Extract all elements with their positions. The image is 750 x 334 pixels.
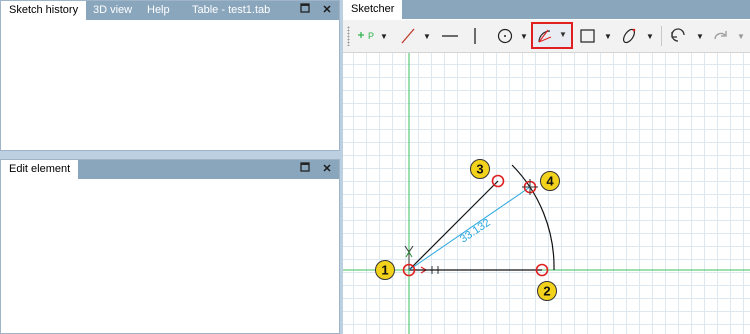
toolbar-grip[interactable] [347, 26, 350, 46]
callout-3: 3 [470, 159, 490, 179]
tab-sketch-history[interactable]: Sketch history [1, 1, 87, 20]
point-dropdown[interactable]: ▼ [380, 23, 388, 49]
close-icon[interactable]: ✕ [318, 1, 336, 20]
rectangle-dropdown[interactable]: ▼ [604, 23, 612, 49]
cursor-crosshair[interactable] [522, 179, 538, 195]
circle-tool-button[interactable] [494, 23, 516, 49]
sketcher-toolbar: P ▼ ▼ ▼ ▼ ▼ ▼ ▼ ▼ [343, 20, 750, 53]
arc-icon [538, 29, 552, 43]
redo-icon [714, 31, 727, 40]
vertical-line-icon [474, 28, 476, 44]
sketch-drawing: 33.132 1 2 3 4 [343, 53, 750, 334]
toolbar-separator [661, 26, 662, 46]
arc-tool-button[interactable]: ▼ [531, 22, 573, 49]
undo-button[interactable] [668, 23, 690, 49]
ellipse-dropdown[interactable]: ▼ [646, 23, 654, 49]
tab-sketcher[interactable]: Sketcher [343, 0, 403, 19]
callout-1: 1 [375, 260, 395, 280]
rectangle-icon [580, 29, 595, 43]
point-tool-button[interactable]: P [355, 23, 377, 49]
horizontal-line-button[interactable] [439, 23, 461, 49]
circle-dropdown[interactable]: ▼ [520, 23, 528, 49]
line-tool-button[interactable] [397, 23, 419, 49]
restore-icon[interactable] [296, 1, 314, 20]
horizontal-line-icon [442, 35, 458, 37]
sketch-history-panel: Sketch history 3D view Help Table - test… [0, 0, 340, 151]
svg-text:4: 4 [546, 174, 554, 189]
ellipse-tool-button[interactable] [618, 23, 640, 49]
circle-icon [497, 28, 513, 44]
rectangle-tool-button[interactable] [577, 23, 599, 49]
point-tool-label: P [368, 31, 375, 41]
sketch-canvas[interactable]: 33.132 1 2 3 4 [343, 53, 750, 334]
redo-dropdown[interactable]: ▼ [737, 23, 745, 49]
restore-icon[interactable] [296, 160, 314, 179]
svg-text:1: 1 [381, 263, 388, 278]
redo-button[interactable] [709, 23, 731, 49]
line-dropdown[interactable]: ▼ [423, 23, 431, 49]
undo-icon [671, 28, 685, 42]
undo-dropdown[interactable]: ▼ [696, 23, 704, 49]
tab-edit-element[interactable]: Edit element [1, 160, 79, 179]
svg-text:3: 3 [476, 162, 483, 177]
arc-dropdown[interactable]: ▼ [559, 30, 567, 39]
sketcher-panel: Sketcher P ▼ ▼ ▼ ▼ ▼ ▼ ▼ ▼ 33.132 1 2 3 … [343, 0, 750, 334]
vertical-line-button[interactable] [466, 23, 484, 49]
edit-element-panel: Edit element ✕ [0, 159, 340, 334]
sketcher-tabbar: Sketcher [343, 0, 750, 19]
top-tabbar: Sketch history 3D view Help Table - test… [1, 1, 339, 20]
radius-dimension-text: 33.132 [458, 217, 493, 246]
callout-4: 4 [540, 171, 560, 191]
line-icon [401, 28, 415, 44]
tab-help[interactable]: Help [139, 1, 178, 20]
edit-element-tabbar: Edit element ✕ [1, 160, 339, 179]
callout-2: 2 [537, 281, 557, 301]
tab-table-test1[interactable]: Table - test1.tab [184, 1, 278, 20]
close-icon[interactable]: ✕ [318, 160, 336, 179]
tab-3d-view[interactable]: 3D view [85, 1, 140, 20]
ellipse-icon [622, 28, 636, 44]
svg-text:2: 2 [543, 284, 550, 299]
